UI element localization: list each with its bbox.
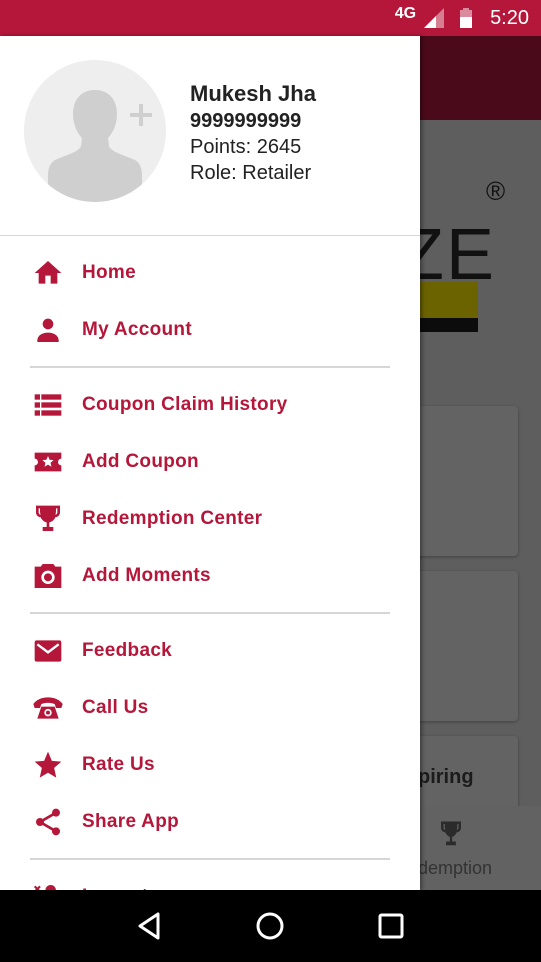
menu-group: Coupon Claim History Add Coupon Redempti… [0,368,420,612]
menu-item-label: Add Coupon [82,450,199,472]
menu-item-label: Feedback [82,639,173,661]
registered-mark: ® [486,176,506,206]
mail-icon [30,633,66,669]
logout-user-icon [30,879,66,890]
menu-item-redemption-center[interactable]: Redemption Center [0,490,420,547]
status-bar: 4G 5:20 [0,0,541,36]
menu-item-my-account[interactable]: My Account [0,301,420,358]
menu-item-rate-us[interactable]: Rate Us [0,736,420,793]
navigation-drawer: Mukesh Jha 9999999999 Points: 2645 Role:… [0,36,420,890]
background-logo-bar [420,282,478,318]
background-logo-underline [420,318,478,332]
menu-item-label: Rate Us [82,753,155,775]
menu-item-label: Add Moments [82,564,211,586]
menu-item-label: Share App [82,810,180,832]
menu-item-label: Home [82,261,136,283]
user-points: Points: 2645 [190,136,302,158]
menu-item-home[interactable]: Home [0,244,420,301]
recents-button[interactable] [371,906,411,946]
person-icon [30,312,66,348]
menu-item-label: My Account [82,318,192,340]
profile-header: Mukesh Jha 9999999999 Points: 2645 Role:… [0,36,420,236]
background-card-text: piring [418,766,474,788]
back-button[interactable] [130,906,170,946]
ticket-star-icon [30,444,66,480]
back-icon [138,912,160,940]
trophy-icon [30,501,66,537]
list-icon [30,387,66,423]
menu-item-share-app[interactable]: Share App [0,793,420,850]
battery-icon [460,8,473,28]
star-icon [30,747,66,783]
camera-icon [30,558,66,594]
home-icon [30,255,66,291]
user-name: Mukesh Jha [190,81,316,106]
home-button[interactable] [250,906,290,946]
phone-screen: 4G 5:20 ZE ® piring demption Mukesh Jha … [0,0,541,962]
home-circle-icon [256,912,284,940]
share-icon [30,804,66,840]
background-nav-label: demption [418,858,493,878]
network-type: 4G [394,5,417,22]
add-user-avatar-icon [24,60,166,202]
avatar[interactable] [24,60,166,202]
user-phone: 9999999999 [190,110,302,132]
signal-icon [424,8,445,28]
menu-item-feedback[interactable]: Feedback [0,622,420,679]
recents-icon [378,913,404,939]
phone-icon [30,690,66,726]
menu-group: Logout [0,860,420,890]
menu-item-add-moments[interactable]: Add Moments [0,547,420,604]
menu-item-coupon-claim-history[interactable]: Coupon Claim History [0,376,420,433]
drawer-menu: Home My Account Coupon Claim History Add… [0,236,420,890]
menu-item-label: Call Us [82,696,149,718]
menu-item-logout[interactable]: Logout [0,868,420,890]
menu-item-call-us[interactable]: Call Us [0,679,420,736]
menu-item-label: Redemption Center [82,507,263,529]
menu-item-add-coupon[interactable]: Add Coupon [0,433,420,490]
menu-group: Feedback Call Us Rate Us Share App [0,614,420,858]
menu-group: Home My Account [0,236,420,366]
background-card [410,406,518,556]
background-trophy-icon [441,821,461,846]
user-role: Role: Retailer [190,162,312,184]
menu-item-label: Coupon Claim History [82,393,288,415]
clock: 5:20 [490,6,529,29]
background-card [410,571,518,721]
user-info: Mukesh Jha 9999999999 Points: 2645 Role:… [190,80,316,186]
system-navigation-bar [0,890,541,962]
